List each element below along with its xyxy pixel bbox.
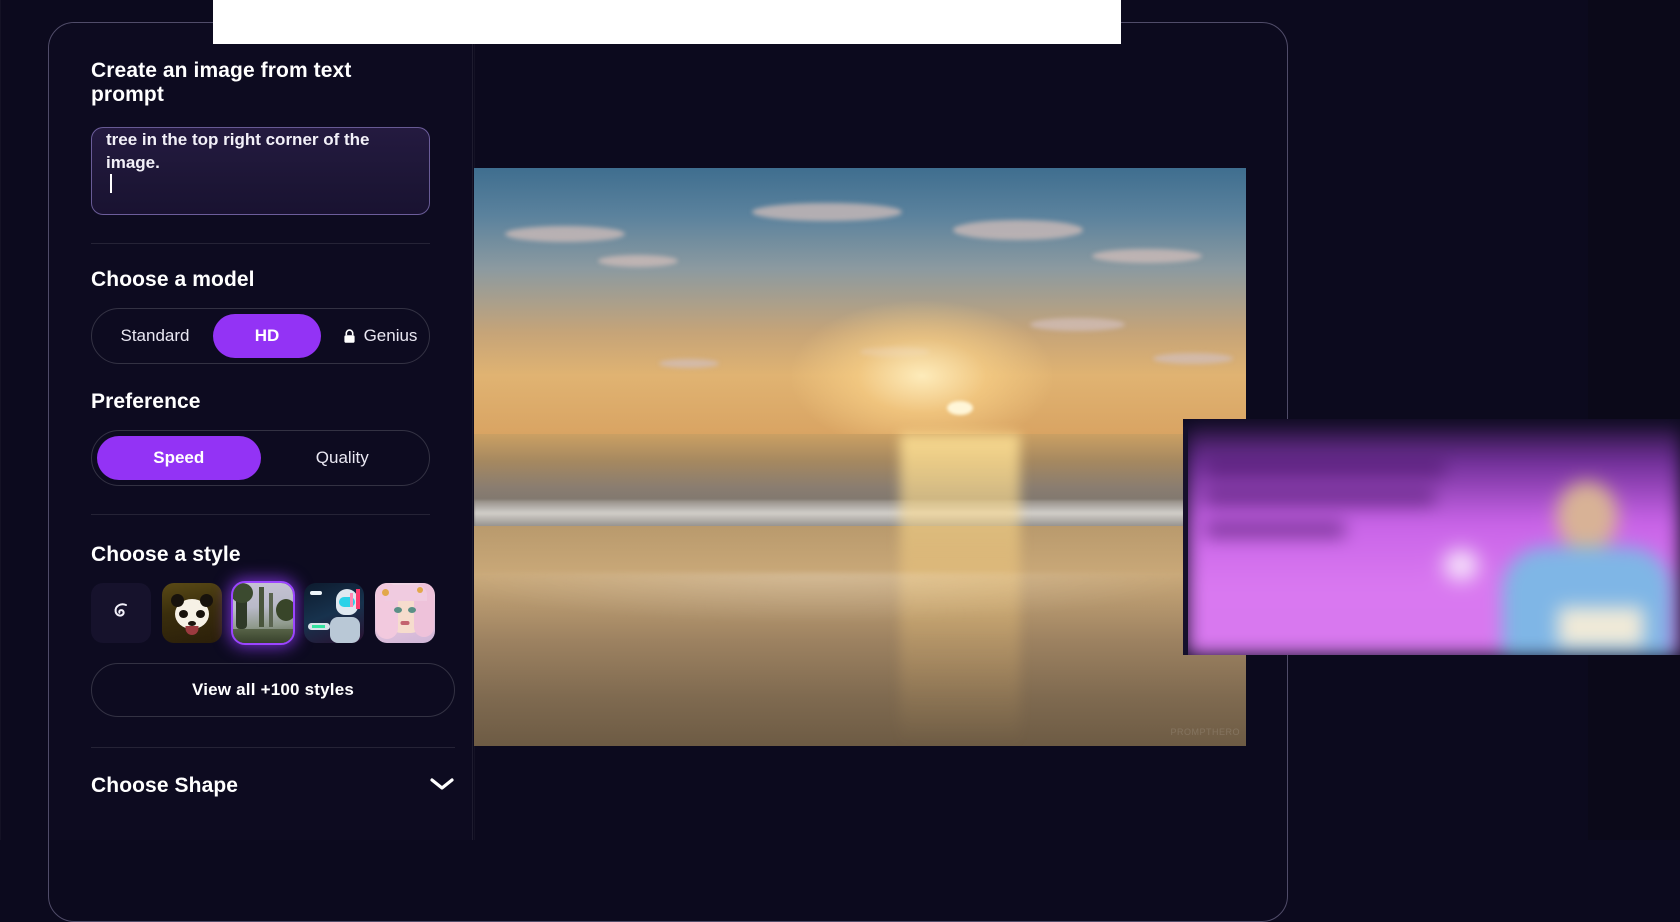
preference-heading: Preference <box>91 390 430 414</box>
lock-icon <box>343 329 356 344</box>
model-option-standard-label: Standard <box>121 326 190 346</box>
model-option-genius[interactable]: Genius <box>321 314 439 358</box>
sparkle-icon <box>1438 544 1484 586</box>
popup-person-card <box>1558 607 1644 647</box>
model-option-hd-label: HD <box>255 326 280 346</box>
image-watermark: PROMPTHERO <box>1170 727 1240 738</box>
preference-option-quality-label: Quality <box>316 448 369 468</box>
view-all-styles-label: View all +100 styles <box>192 680 354 700</box>
image-sun-glow <box>792 301 1052 451</box>
app-root: PROMPTHERO Create an image from text pro… <box>0 0 1680 840</box>
style-thumbnail-list <box>91 583 430 643</box>
popup-text-line <box>1205 523 1345 537</box>
model-option-standard[interactable]: Standard <box>97 314 213 358</box>
image-cloud <box>505 226 625 242</box>
style-thumb-landscape-forest[interactable] <box>233 583 293 643</box>
image-cloud <box>659 359 719 368</box>
model-selector[interactable]: Standard HD Genius <box>91 308 430 364</box>
image-cloud <box>953 220 1083 240</box>
prompt-text: the beach. There's a silhouette of a tre… <box>106 127 415 174</box>
popup-person-avatar <box>1556 481 1618 551</box>
swirl-icon <box>109 599 133 628</box>
image-cloud <box>1092 249 1202 263</box>
style-heading: Choose a style <box>91 543 430 567</box>
popup-text-line <box>1205 463 1445 477</box>
prompt-input[interactable]: the beach. There's a silhouette of a tre… <box>91 127 430 215</box>
top-banner-overlay <box>213 0 1121 44</box>
image-cloud <box>752 203 902 221</box>
blurred-popup-overlay[interactable] <box>1183 419 1680 655</box>
divider <box>91 747 455 748</box>
style-thumb-anime-portrait[interactable] <box>375 583 435 643</box>
generated-image[interactable]: PROMPTHERO <box>474 168 1246 746</box>
popup-text-line <box>1205 491 1435 505</box>
image-surf <box>474 500 1246 529</box>
page-title: Create an image from text prompt <box>91 59 430 107</box>
divider <box>91 514 430 515</box>
style-thumb-no-style[interactable] <box>91 583 151 643</box>
preference-option-speed[interactable]: Speed <box>97 436 261 480</box>
model-heading: Choose a model <box>91 268 430 292</box>
image-sun <box>947 401 973 415</box>
chevron-down-icon[interactable] <box>429 776 455 797</box>
preference-option-speed-label: Speed <box>153 448 204 468</box>
creation-sidebar: Create an image from text prompt the bea… <box>49 23 473 840</box>
background-seam <box>0 0 1 840</box>
style-thumb-3d-render-panda[interactable] <box>162 583 222 643</box>
model-option-hd[interactable]: HD <box>213 314 321 358</box>
image-sand <box>474 526 1246 746</box>
style-thumb-cyberpunk-robot[interactable] <box>304 583 364 643</box>
blurred-popup-content <box>1183 419 1680 655</box>
image-shoreline <box>474 573 1246 633</box>
preference-option-quality[interactable]: Quality <box>261 436 425 480</box>
model-option-genius-label: Genius <box>364 326 418 346</box>
preference-selector[interactable]: Speed Quality <box>91 430 430 486</box>
image-cloud <box>1153 353 1233 364</box>
divider <box>91 243 430 244</box>
choose-shape-section[interactable]: Choose Shape <box>91 774 455 798</box>
text-caret <box>110 174 112 193</box>
view-all-styles-button[interactable]: View all +100 styles <box>91 663 455 717</box>
choose-shape-label: Choose Shape <box>91 774 238 798</box>
image-cloud <box>598 255 678 267</box>
popup-left-edge <box>1183 427 1188 655</box>
